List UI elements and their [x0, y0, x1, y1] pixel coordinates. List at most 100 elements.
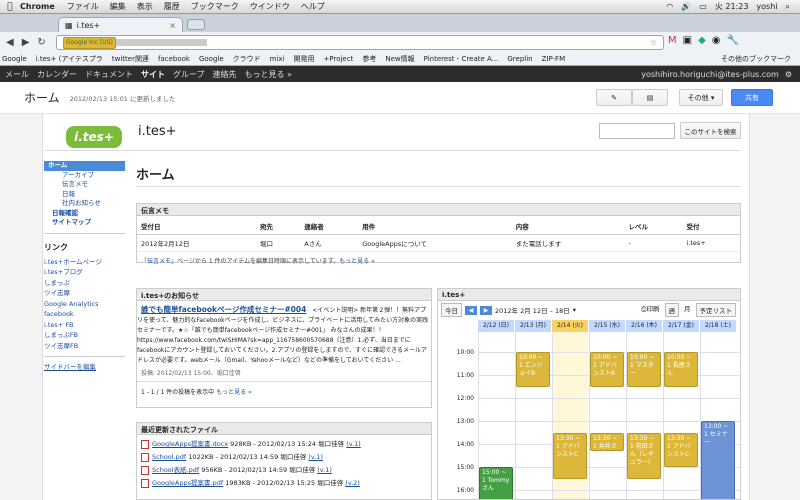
- close-tab-icon[interactable]: ×: [169, 21, 176, 30]
- today-button[interactable]: 今日: [441, 303, 462, 317]
- evernote-icon[interactable]: ◆: [698, 35, 706, 46]
- edit-sidebar-link[interactable]: サイドバーを編集: [44, 362, 125, 373]
- calendar-event[interactable]: 10:00 ~ 1 エンジョイB: [516, 352, 550, 387]
- new-page-button[interactable]: ▤: [632, 89, 668, 106]
- calendar-event[interactable]: 15:00 ~ 1 Tommyさん: [479, 467, 513, 499]
- bookmark[interactable]: Pinterest - Create A...: [424, 55, 499, 63]
- gbar-contacts[interactable]: 連絡先: [213, 69, 237, 80]
- bookmark[interactable]: twitter関連: [112, 54, 149, 64]
- print-button[interactable]: ⎙印刷: [641, 303, 659, 317]
- sidebar-link[interactable]: i.tes+ブログ: [44, 267, 125, 278]
- file-link[interactable]: GoogleApps提案書.pdf: [152, 479, 223, 487]
- gbar-sites[interactable]: サイト: [141, 69, 165, 80]
- day-header[interactable]: 2/12 (日): [478, 320, 514, 332]
- edit-page-button[interactable]: ✎: [596, 89, 632, 106]
- gbar-groups[interactable]: グループ: [173, 69, 205, 80]
- day-header[interactable]: 2/14 (火): [552, 320, 588, 332]
- chevron-down-icon[interactable]: ▾: [573, 306, 576, 314]
- gbar-mail[interactable]: メール: [5, 69, 29, 80]
- sidebar-link[interactable]: Google Analytics: [44, 299, 125, 310]
- sidebar-link[interactable]: i.tes+ FB: [44, 320, 125, 331]
- calendar-event[interactable]: 13:30 ~ 1 井井さん: [590, 432, 624, 451]
- file-link[interactable]: GoogleApps提案書.docx: [152, 440, 228, 448]
- sidebar-item[interactable]: 伝言メモ: [44, 180, 125, 190]
- site-title[interactable]: i.tes+: [138, 124, 177, 139]
- post-title-link[interactable]: 誰でも簡単facebookページ作成セミナー#004: [137, 301, 310, 314]
- sidebar-item[interactable]: アーカイブ: [44, 171, 125, 181]
- calendar-event[interactable]: 13:30 ~ 1 アドバンストC: [664, 432, 698, 467]
- reload-icon[interactable]: ↻: [37, 37, 45, 48]
- file-version-link[interactable]: (v.1): [317, 466, 332, 474]
- sidebar-link[interactable]: しまっぷFB: [44, 330, 125, 341]
- bookmark[interactable]: +Project: [324, 55, 354, 63]
- view-week[interactable]: 週: [664, 303, 679, 317]
- sidebar-item[interactable]: 社内お知らせ: [44, 199, 125, 209]
- day-header[interactable]: 2/13 (月): [515, 320, 551, 332]
- file-link[interactable]: School.pdf: [152, 453, 186, 461]
- site-search-button[interactable]: このサイトを検索: [680, 122, 741, 139]
- bookmark[interactable]: Google: [199, 55, 224, 63]
- other-bookmarks[interactable]: その他のブックマーク: [721, 54, 791, 64]
- star-icon[interactable]: ☆: [650, 38, 657, 47]
- apple-icon[interactable]: : [0, 2, 20, 12]
- site-logo[interactable]: i.tes+: [66, 126, 122, 148]
- menu-bookmarks[interactable]: ブックマーク: [191, 1, 239, 12]
- sidebar-link[interactable]: facebook: [44, 309, 125, 320]
- calendar-grid[interactable]: 2/12 (日) 2/13 (月) 2/14 (火) 2/15 (水) 2/16 (木)…: [438, 318, 740, 499]
- news-more-link[interactable]: もっと見る »: [216, 389, 252, 396]
- day-header[interactable]: 2/18 (土): [700, 320, 736, 332]
- sidebar-item[interactable]: 日報確認: [44, 209, 125, 219]
- share-button[interactable]: 共有: [731, 89, 773, 106]
- day-header[interactable]: 2/16 (木): [626, 320, 662, 332]
- menu-chrome[interactable]: Chrome: [20, 2, 55, 11]
- spotlight-icon[interactable]: ⌕: [786, 2, 790, 12]
- extension-icon[interactable]: ▣: [683, 35, 692, 46]
- calendar-event[interactable]: 13:30 ~ 1 アドバンストC: [553, 432, 587, 479]
- battery-icon[interactable]: ▭: [699, 2, 707, 11]
- bookmark[interactable]: Google: [2, 55, 27, 63]
- bookmark[interactable]: ZIP-FM: [542, 55, 566, 63]
- wrench-icon[interactable]: 🔧: [727, 35, 739, 46]
- gmail-icon[interactable]: M: [668, 35, 677, 46]
- day-header[interactable]: 2/15 (水): [589, 320, 625, 332]
- menu-window[interactable]: ウインドウ: [250, 1, 290, 12]
- calendar-event[interactable]: 10:00 ~ 1 アドバンストB: [590, 352, 624, 387]
- bookmark[interactable]: mixi: [270, 55, 285, 63]
- menu-edit[interactable]: 編集: [110, 1, 126, 12]
- address-bar[interactable]: Google Inc [US] ☆: [56, 35, 664, 50]
- calendar-event[interactable]: 10:00 ~ 1 長屋さん: [664, 352, 698, 387]
- bookmark[interactable]: i.tes+ (アイテスプラ: [36, 54, 103, 64]
- clock[interactable]: 火 21:23: [715, 1, 749, 12]
- day-header[interactable]: 2/17 (金): [663, 320, 699, 332]
- site-search-input[interactable]: [599, 123, 675, 139]
- calendar-event[interactable]: 10:00 ~ 1 マスター: [627, 352, 661, 387]
- memo-page-link[interactable]: 伝言メモ: [147, 258, 171, 265]
- more-actions-button[interactable]: その他 ▾: [679, 89, 723, 106]
- bookmark[interactable]: 開発用: [294, 54, 315, 64]
- bookmark[interactable]: Greplin: [507, 55, 532, 63]
- extension-icon[interactable]: ◉: [712, 35, 721, 46]
- sidebar-link[interactable]: i.tes+ホームページ: [44, 257, 125, 268]
- file-version-link[interactable]: (v.1): [308, 453, 323, 461]
- view-agenda[interactable]: 予定リスト: [695, 303, 736, 317]
- settings-gear-icon[interactable]: ⚙: [785, 70, 792, 79]
- ev-certificate-label[interactable]: Google Inc [US]: [63, 36, 116, 49]
- bookmark[interactable]: 参考: [362, 54, 376, 64]
- new-tab-button[interactable]: [187, 19, 205, 30]
- sidebar-link[interactable]: ツイ志摩FB: [44, 341, 125, 352]
- gbar-more[interactable]: もっと見る »: [245, 69, 292, 80]
- file-version-link[interactable]: (v.1): [346, 440, 361, 448]
- menubar-user[interactable]: yoshi: [756, 2, 777, 11]
- sidebar-item[interactable]: 日報: [44, 190, 125, 200]
- view-month[interactable]: 月: [684, 303, 691, 317]
- gbar-documents[interactable]: ドキュメント: [85, 69, 133, 80]
- file-link[interactable]: School表紙.pdf: [152, 466, 199, 474]
- back-icon[interactable]: ◀: [6, 37, 14, 48]
- next-week-icon[interactable]: ▶: [480, 305, 492, 315]
- bookmark[interactable]: クラウド: [233, 54, 261, 64]
- calendar-event[interactable]: 13:30 ~ 1 前田さん（レギュラー）: [627, 432, 661, 479]
- bookmark[interactable]: facebook: [158, 55, 190, 63]
- menu-file[interactable]: ファイル: [67, 1, 99, 12]
- calendar-event[interactable]: 13:00 ~ 1 セミナー: [701, 421, 735, 499]
- gbar-user-email[interactable]: yoshihiro.horiguchi@ites-plus.com: [641, 70, 779, 79]
